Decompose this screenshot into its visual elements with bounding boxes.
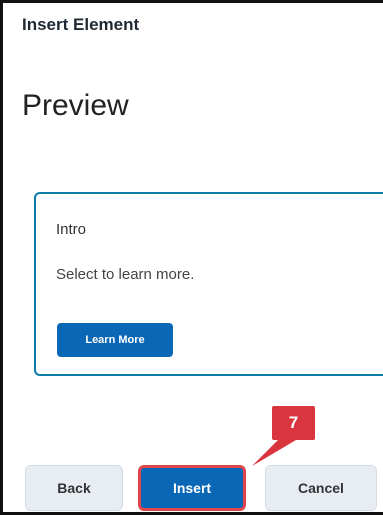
insert-button[interactable]: Insert [138, 465, 246, 511]
card-title: Intro [56, 221, 87, 238]
cancel-button[interactable]: Cancel [265, 465, 377, 511]
step-badge: 7 [272, 406, 315, 440]
insert-element-dialog: Insert Element Preview Intro Select to l… [0, 0, 383, 515]
card-text: Select to learn more. [56, 266, 195, 283]
dialog-title: Insert Element [22, 15, 140, 34]
back-button[interactable]: Back [25, 465, 123, 511]
preview-card: Intro Select to learn more. Learn More [34, 192, 383, 376]
learn-more-button[interactable]: Learn More [57, 323, 173, 357]
preview-heading: Preview [22, 89, 129, 122]
